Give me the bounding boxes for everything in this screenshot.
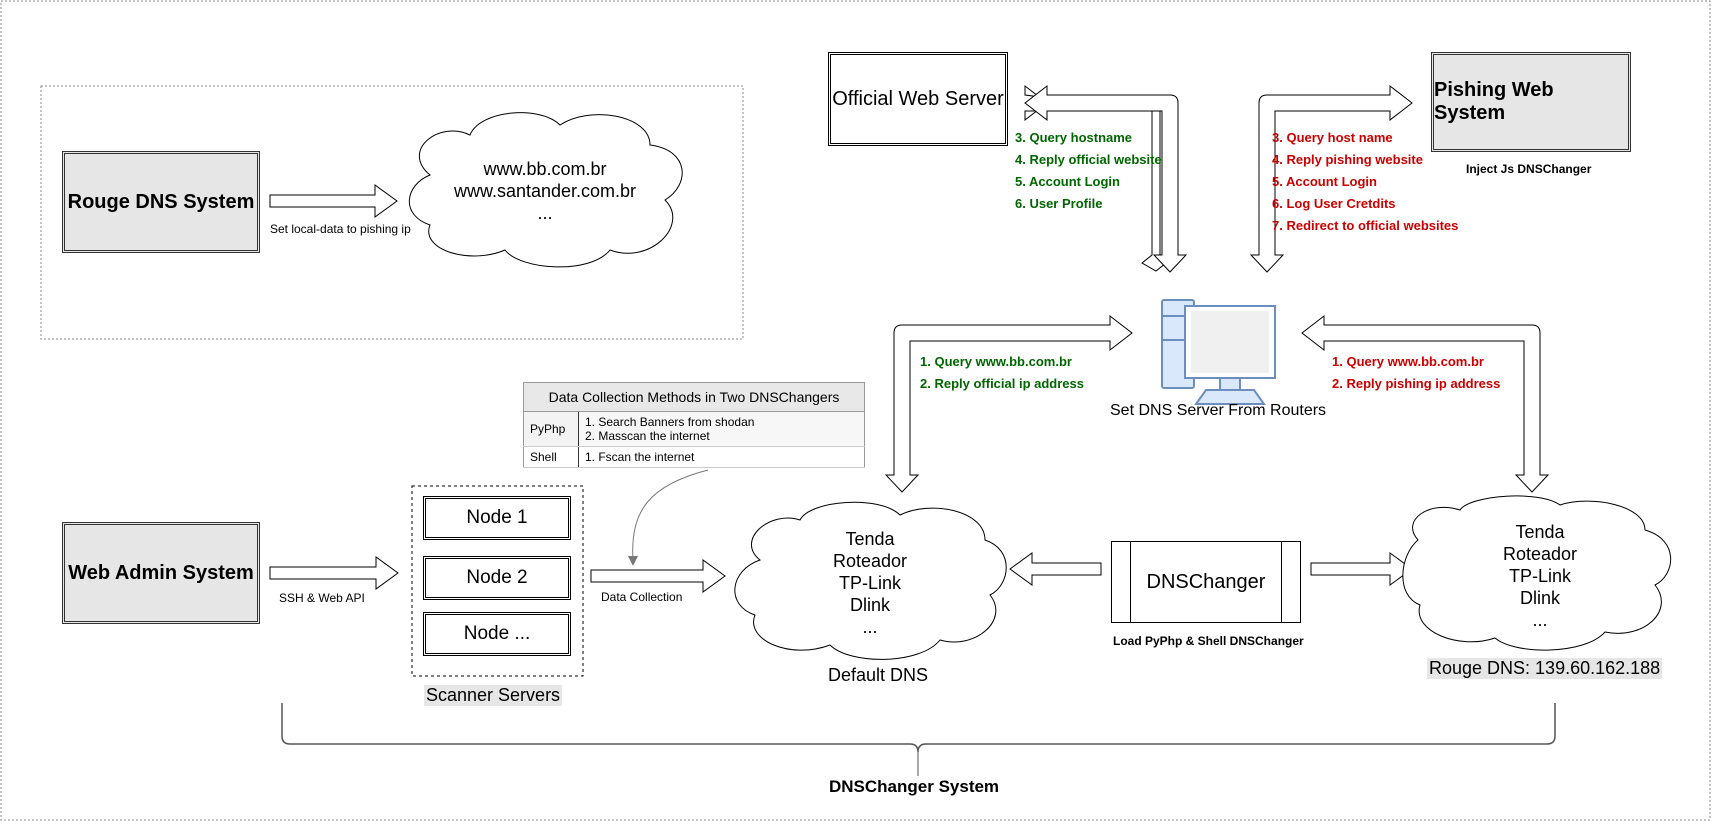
client-right-steps: 1. Query www.bb.com.br 2. Reply pishing … [1332, 351, 1500, 395]
domain-item: www.santander.com.br [453, 181, 637, 201]
set-local-data-label: Set local-data to pishing ip [270, 222, 411, 236]
rouge-dns-system-label: Rouge DNS System [67, 190, 255, 213]
table-row-values: 1. Search Banners from shodan 2. Masscan… [578, 411, 865, 447]
scanner-servers-caption: Scanner Servers [424, 685, 563, 706]
rouge-dns-routers: Tenda Roteador TP-Link Dlink ... [1460, 521, 1620, 631]
arrow-ssh-web-api [269, 556, 399, 590]
router-item: Roteador [832, 551, 908, 571]
official-web-server-box[interactable]: Official Web Server [828, 52, 1008, 146]
arrow-dnschanger-to-default [1009, 552, 1102, 586]
scanner-node[interactable]: Node 1 [423, 496, 571, 540]
rouge-dns-caption: Rouge DNS: 139.60.162.188 [1427, 658, 1663, 679]
router-item: ... [1532, 610, 1548, 630]
scanner-node-label: Node ... [463, 623, 531, 644]
pishing-web-system-label: Pishing Web System [1434, 79, 1554, 124]
table-row: Shell 1. Fscan the internet [523, 446, 865, 468]
arrow-client-default-dns [884, 314, 1133, 493]
pishing-steps: 3. Query host name 4. Reply pishing webs… [1272, 127, 1458, 237]
domain-item: www.bb.com.br [483, 159, 607, 179]
table-row-values: 1. Fscan the internet [578, 446, 865, 468]
pishing-step: 3. Query host name [1272, 130, 1393, 145]
pishing-step: 6. Log User Cretdits [1272, 196, 1396, 211]
scanner-node-label: Node 1 [466, 507, 528, 528]
dnschanger-caption: Load PyPhp & Shell DNSChanger [1113, 634, 1304, 648]
arrow-data-collection [590, 559, 726, 593]
pishing-step: 5. Account Login [1272, 174, 1377, 189]
arrow-set-local-data [269, 184, 398, 218]
router-item: TP-Link [838, 573, 901, 593]
default-dns-routers: Tenda Roteador TP-Link Dlink ... [790, 528, 950, 638]
router-item: Dlink [849, 595, 890, 615]
domains-cloud-text: www.bb.com.br www.santander.com.br ... [445, 158, 645, 224]
official-steps: 3. Query hostname 4. Reply official webs… [1015, 127, 1162, 215]
router-item: Roteador [1502, 544, 1578, 564]
scanner-node-label: Node 2 [466, 567, 528, 588]
rouge-dns-system-box[interactable]: Rouge DNS System [62, 151, 260, 253]
client-right-step: 1. Query www.bb.com.br [1332, 354, 1484, 369]
router-item: Tenda [845, 529, 895, 549]
dnschanger-box[interactable]: DNSChanger [1111, 541, 1301, 623]
data-collection-table: Data Collection Methods in Two DNSChange… [523, 382, 865, 468]
official-step: 3. Query hostname [1015, 130, 1133, 145]
official-step: 5. Account Login [1015, 174, 1120, 189]
scanner-node[interactable]: Node 2 [423, 556, 571, 600]
inject-js-caption: Inject Js DNSChanger [1466, 162, 1592, 176]
web-admin-system-box[interactable]: Web Admin System [62, 522, 260, 624]
computer-icon [1161, 299, 1276, 405]
router-item: Tenda [1515, 522, 1565, 542]
ssh-web-api-label: SSH & Web API [279, 591, 365, 605]
table-value: 1. Fscan the internet [585, 450, 695, 464]
official-web-server-label: Official Web Server [832, 87, 1004, 110]
pishing-step: 7. Redirect to official websites [1272, 218, 1459, 233]
default-dns-caption: Default DNS [828, 665, 929, 685]
system-brace [281, 703, 1556, 753]
dnschanger-system-label: DNSChanger System [829, 777, 1000, 796]
table-pointer-arrow [632, 469, 709, 561]
client-left-steps: 1. Query www.bb.com.br 2. Reply official… [920, 351, 1084, 395]
client-caption: Set DNS Server From Routers [1110, 402, 1327, 419]
table-row: PyPhp 1. Search Banners from shodan 2. M… [523, 411, 865, 447]
pishing-step: 4. Reply pishing website [1272, 152, 1423, 167]
table-pointer-head [628, 556, 638, 566]
client-right-step: 2. Reply pishing ip address [1332, 376, 1501, 391]
table-value: 1. Search Banners from shodan [585, 415, 755, 429]
table-title: Data Collection Methods in Two DNSChange… [523, 382, 865, 412]
client-left-step: 2. Reply official ip address [920, 376, 1084, 391]
table-value: 2. Masscan the internet [585, 429, 710, 443]
dnschanger-label: DNSChanger [1146, 570, 1266, 593]
table-row-key: Shell [523, 446, 579, 468]
official-step: 4. Reply official website [1015, 152, 1162, 167]
data-collection-label: Data Collection [601, 590, 683, 604]
arrow-client-rouge-dns [1301, 314, 1550, 493]
web-admin-system-label: Web Admin System [68, 561, 254, 584]
official-step: 6. User Profile [1015, 196, 1103, 211]
client-left-step: 1. Query www.bb.com.br [920, 354, 1072, 369]
arrow-dnschanger-to-rouge [1310, 552, 1413, 586]
table-row-key: PyPhp [523, 411, 579, 447]
pishing-web-system-box[interactable]: Pishing Web System [1431, 52, 1631, 152]
router-item: Dlink [1519, 588, 1560, 608]
router-item: ... [862, 617, 878, 637]
scanner-node[interactable]: Node ... [423, 612, 571, 656]
domain-item: ... [537, 203, 553, 223]
router-item: TP-Link [1508, 566, 1571, 586]
